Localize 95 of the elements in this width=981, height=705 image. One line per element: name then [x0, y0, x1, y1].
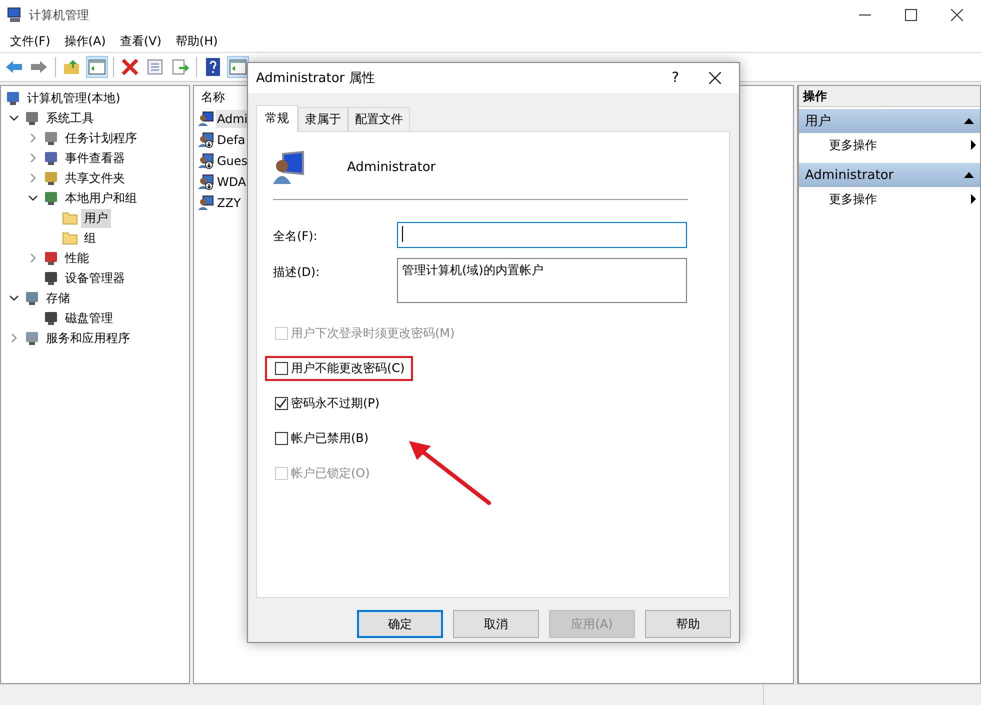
collapse-chevron-icon[interactable] [28, 193, 38, 203]
folder-up-icon [63, 59, 81, 75]
node-icon [5, 90, 21, 106]
collapse-icon[interactable] [964, 172, 974, 178]
help-icon [204, 58, 222, 76]
toolbar-button[interactable] [227, 56, 249, 78]
expand-chevron-icon[interactable] [28, 253, 38, 263]
tree-item[interactable]: 系统工具 [43, 108, 97, 128]
tree-item[interactable]: 共享文件夹 [62, 168, 128, 188]
dialog-button[interactable]: 帮助 [645, 610, 731, 638]
expand-chevron-icon[interactable] [28, 173, 38, 183]
user-icon [273, 150, 307, 184]
action-link[interactable]: 更多操作 [829, 190, 877, 208]
tree-item[interactable]: 服务和应用程序 [43, 328, 133, 348]
expand-chevron-icon[interactable] [28, 153, 38, 163]
back-arrow-icon [5, 59, 23, 75]
dialog-button[interactable]: 确定 [357, 610, 443, 638]
tree-item[interactable]: 任务计划程序 [62, 128, 140, 148]
tree-item[interactable]: 计算机管理(本地) [24, 88, 124, 108]
menu-item[interactable]: 查看(V) [120, 32, 162, 50]
tree-item[interactable]: 存储 [43, 288, 73, 308]
user-icon [198, 174, 214, 190]
node-icon [43, 270, 59, 286]
tree-item[interactable]: 本地用户和组 [62, 188, 140, 208]
window-title: 计算机管理 [29, 6, 89, 24]
tree-item[interactable]: 磁盘管理 [62, 308, 116, 328]
tree-item[interactable]: 用户 [81, 208, 111, 228]
maximize-icon[interactable] [905, 9, 917, 21]
input-field[interactable] [397, 222, 687, 248]
node-icon [24, 330, 40, 346]
menu-item[interactable]: 文件(F) [10, 32, 50, 50]
user-icon [198, 132, 214, 148]
toolbar-button[interactable] [119, 56, 141, 78]
help-button[interactable]: ? [672, 70, 679, 86]
node-icon [24, 110, 40, 126]
collapse-chevron-icon[interactable] [9, 293, 19, 303]
tree-item[interactable]: 设备管理器 [62, 268, 128, 288]
collapse-chevron-icon[interactable] [9, 113, 19, 123]
node-icon [43, 310, 59, 326]
pane-icon [88, 59, 106, 75]
user-icon [198, 152, 214, 168]
input-field[interactable]: 管理计算机(域)的内置帐户 [397, 258, 687, 303]
node-icon [43, 130, 59, 146]
submenu-arrow-icon [971, 194, 976, 204]
list-item[interactable]: ZZY [216, 194, 242, 212]
expand-chevron-icon[interactable] [28, 133, 38, 143]
close-icon[interactable] [951, 9, 963, 21]
field-label: 描述(D): [273, 264, 321, 281]
properties-icon [146, 59, 164, 75]
expand-chevron-icon[interactable] [9, 333, 19, 343]
section-header[interactable]: 用户 [799, 109, 980, 133]
user-name: Administrator [347, 160, 436, 174]
checkbox[interactable] [275, 397, 288, 410]
forward-arrow-icon [30, 59, 48, 75]
folder-icon [62, 210, 78, 226]
section-header[interactable]: Administrator [799, 163, 980, 187]
actions-header: 操作 [799, 86, 980, 107]
node-icon [43, 170, 59, 186]
menu-item[interactable]: 帮助(H) [175, 32, 218, 50]
tab[interactable]: 常规 [256, 105, 298, 132]
node-icon [43, 250, 59, 266]
checkbox[interactable] [275, 432, 288, 445]
checkbox-label: 密码永不过期(P) [291, 395, 380, 412]
dialog-button[interactable]: 取消 [453, 610, 539, 638]
dialog-title: Administrator 属性 [256, 70, 375, 87]
checkbox[interactable] [275, 362, 288, 375]
tree-item[interactable]: 事件查看器 [62, 148, 128, 168]
node-icon [24, 290, 40, 306]
computer-icon [7, 7, 23, 23]
field-label: 全名(F): [273, 228, 318, 245]
user-icon [198, 194, 214, 210]
checkbox-label: 用户不能更改密码(C) [291, 360, 405, 377]
list-item[interactable]: WDA [216, 172, 248, 190]
submenu-arrow-icon [971, 140, 976, 150]
close-icon[interactable] [709, 72, 721, 84]
folder-icon [62, 230, 78, 246]
tree-item[interactable]: 性能 [62, 248, 92, 268]
node-icon [43, 190, 59, 206]
checkbox-label: 帐户已锁定(O) [291, 465, 370, 482]
list-item[interactable]: Admi [216, 110, 249, 128]
list-item[interactable]: Defa [216, 130, 246, 148]
checkbox-label: 帐户已禁用(B) [291, 430, 369, 447]
tree-item[interactable]: 组 [81, 228, 99, 248]
user-icon [198, 110, 214, 126]
menu-item[interactable]: 操作(A) [64, 32, 106, 50]
checkbox-label: 用户下次登录时须更改密码(M) [291, 325, 455, 342]
export-icon [171, 59, 189, 75]
tab[interactable]: 隶属于 [298, 107, 348, 131]
toolbar-button[interactable] [86, 56, 108, 78]
collapse-icon[interactable] [964, 118, 974, 124]
tab[interactable]: 配置文件 [348, 107, 410, 131]
list-item[interactable]: Gues [216, 152, 249, 170]
action-link[interactable]: 更多操作 [829, 136, 877, 154]
delete-icon [121, 59, 139, 75]
node-icon [43, 150, 59, 166]
